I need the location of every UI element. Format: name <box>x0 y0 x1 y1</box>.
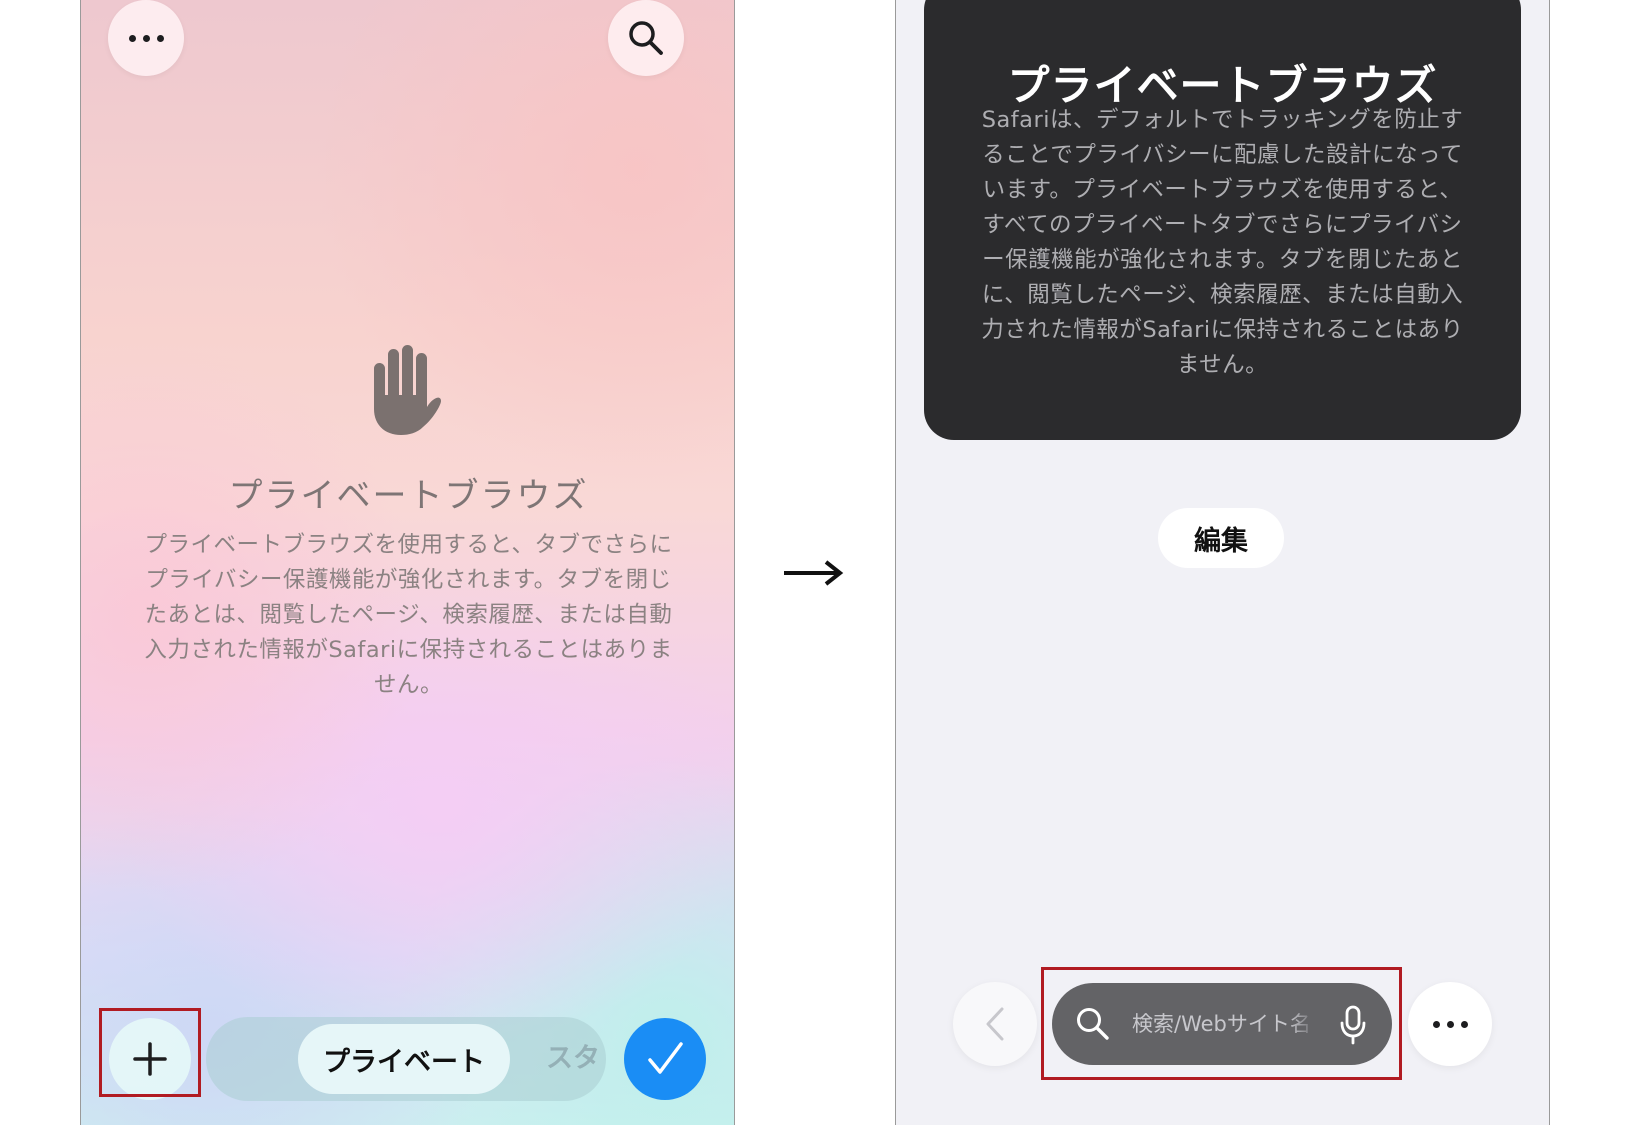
card-description: Safariは、デフォルトでトラッキングを防止することでプライバシーに配慮した設… <box>981 107 1464 378</box>
back-button[interactable] <box>953 982 1037 1066</box>
more-button[interactable] <box>1408 982 1492 1066</box>
checkmark-icon <box>648 1042 683 1074</box>
search-button[interactable] <box>608 0 684 76</box>
more-button[interactable] <box>108 0 184 76</box>
new-tab-button[interactable] <box>109 1018 191 1100</box>
right-phone-screen: プライベートブラウズ Safariは、デフォルトでトラッキングを防止することでプ… <box>895 0 1550 1125</box>
more-icon <box>1432 1020 1468 1028</box>
private-browsing-title: プライベートブラウズ <box>228 476 589 516</box>
right-arrow-icon <box>784 560 844 586</box>
private-browsing-description: プライベートブラウズを使用すると、タブでさらにプライバシー保護機能が強化されます… <box>144 532 673 698</box>
tab-group-private[interactable]: プライベート <box>298 1024 510 1094</box>
address-search-bar[interactable]: 検索/Webサイト名 <box>1052 983 1392 1065</box>
chevron-left-icon <box>986 1007 1004 1041</box>
private-browsing-card: プライベートブラウズ Safariは、デフォルトでトラッキングを防止することでプ… <box>924 0 1521 440</box>
raised-hand-icon <box>371 345 443 435</box>
more-icon <box>128 34 164 42</box>
microphone-icon[interactable] <box>1338 1005 1368 1045</box>
search-icon <box>629 21 663 55</box>
tab-group-switcher[interactable]: プライベート スタート <box>206 1017 606 1101</box>
search-icon <box>1077 1008 1109 1040</box>
done-button[interactable] <box>624 1018 706 1100</box>
left-phone-screen: プライベートブラウズ プライベートブラウズを使用すると、タブでさらにプライバシー… <box>80 0 735 1125</box>
plus-icon <box>133 1042 167 1076</box>
search-input[interactable]: 検索/Webサイト名 <box>1132 983 1317 1065</box>
tab-group-start[interactable]: スタート <box>546 1017 600 1101</box>
edit-button[interactable]: 編集 <box>1158 508 1284 568</box>
